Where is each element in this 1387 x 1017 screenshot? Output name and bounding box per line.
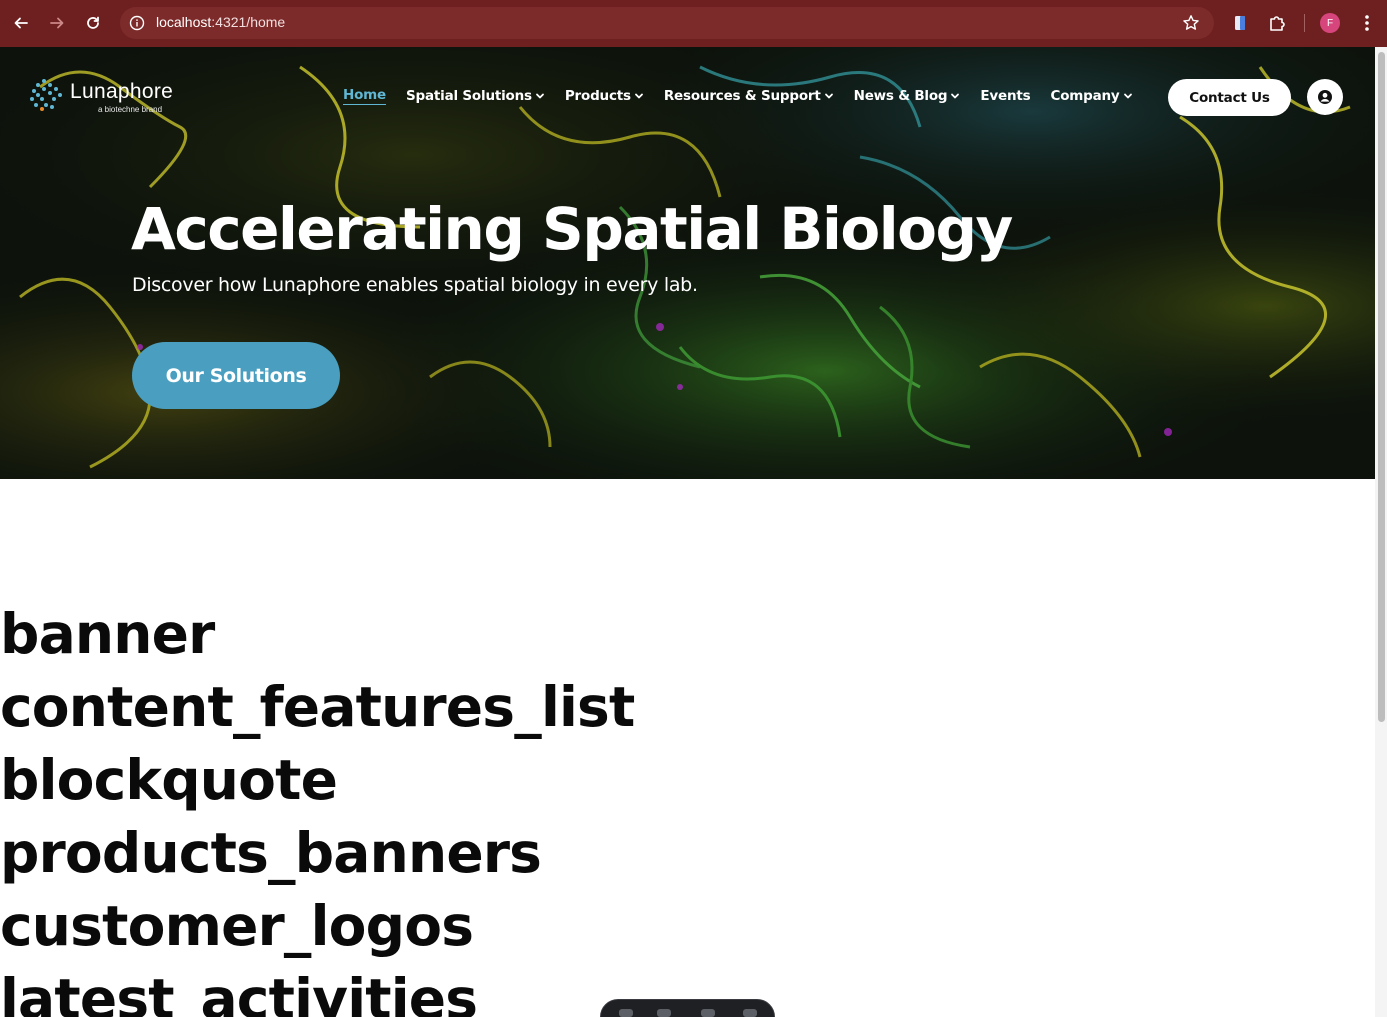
contact-us-button[interactable]: Contact Us: [1168, 79, 1291, 116]
account-button[interactable]: [1307, 79, 1343, 115]
section-placeholder: blockquote: [0, 748, 338, 812]
nav-label: Company: [1050, 88, 1120, 104]
reload-button[interactable]: [80, 10, 106, 36]
url-path: :4321/home: [211, 14, 286, 30]
toolbar-divider: [1304, 14, 1305, 32]
nav-label: Home: [343, 87, 386, 103]
section-placeholder: content_features_list: [0, 675, 635, 739]
dev-toolbar-item[interactable]: [619, 1009, 633, 1017]
url-host: localhost: [156, 14, 212, 30]
site-info-icon[interactable]: [127, 13, 147, 33]
address-bar[interactable]: localhost:4321/home: [120, 7, 1214, 39]
nav-item-events[interactable]: Events: [980, 88, 1030, 104]
chevron-down-icon: [535, 93, 544, 99]
nav-label: Products: [564, 88, 631, 104]
user-icon: [1318, 90, 1332, 104]
main-navigation: Home Spatial Solutions Products Resource…: [343, 85, 1153, 107]
nav-label: Resources & Support: [663, 88, 821, 104]
page-viewport: Lunaphore a biotechne brand Home Spatial…: [0, 47, 1375, 1017]
logo-mark-icon: [30, 79, 62, 111]
chevron-down-icon: [634, 93, 643, 99]
chevron-down-icon: [1123, 93, 1132, 99]
section-placeholder: latest_activities: [0, 967, 478, 1017]
hero-subtitle: Discover how Lunaphore enables spatial b…: [132, 274, 698, 296]
hero-section: Lunaphore a biotechne brand Home Spatial…: [0, 47, 1375, 479]
forward-button[interactable]: [44, 10, 70, 36]
section-placeholder-list: banner content_features_list blockquote …: [0, 598, 635, 1017]
dev-toolbar-item[interactable]: [701, 1009, 715, 1017]
nav-label: News & Blog: [853, 88, 948, 104]
nav-item-products[interactable]: Products: [565, 88, 644, 104]
dev-toolbar-item[interactable]: [657, 1009, 671, 1017]
chevron-down-icon: [824, 93, 833, 99]
logo-wordmark: Lunaphore: [70, 80, 174, 103]
extensions-puzzle-icon[interactable]: [1267, 13, 1287, 33]
nav-item-spatial-solutions[interactable]: Spatial Solutions: [406, 88, 545, 104]
bookmark-star-icon[interactable]: [1182, 14, 1200, 32]
section-placeholder: products_banners: [0, 821, 542, 885]
nav-item-company[interactable]: Company: [1050, 88, 1132, 104]
site-logo[interactable]: Lunaphore a biotechne brand: [28, 77, 188, 117]
nav-item-news-blog[interactable]: News & Blog: [854, 88, 961, 104]
arrow-left-icon: [14, 17, 28, 29]
back-button[interactable]: [8, 10, 34, 36]
url-text[interactable]: localhost:4321/home: [156, 14, 285, 30]
reload-icon: [87, 16, 99, 29]
extension-doc-icon[interactable]: [1231, 13, 1251, 33]
browser-menu-icon[interactable]: [1358, 12, 1376, 34]
arrow-right-icon: [50, 17, 64, 29]
dev-toolbar[interactable]: [600, 999, 775, 1017]
our-solutions-button[interactable]: Our Solutions: [132, 342, 340, 409]
section-placeholder: customer_logos: [0, 894, 474, 958]
dev-toolbar-item[interactable]: [743, 1009, 757, 1017]
browser-toolbar: localhost:4321/home F: [0, 0, 1387, 47]
section-placeholder: banner: [0, 602, 215, 666]
logo-tagline: a biotechne brand: [98, 105, 163, 114]
profile-avatar[interactable]: F: [1320, 13, 1340, 33]
hero-title: Accelerating Spatial Biology: [131, 195, 1013, 263]
chevron-down-icon: [951, 93, 960, 99]
hero-background-image: [0, 47, 1375, 479]
nav-label: Spatial Solutions: [406, 88, 532, 104]
nav-item-resources-support[interactable]: Resources & Support: [664, 88, 834, 104]
nav-item-home[interactable]: Home: [343, 87, 386, 105]
nav-label: Events: [980, 88, 1031, 104]
scrollbar-thumb[interactable]: [1378, 52, 1385, 722]
